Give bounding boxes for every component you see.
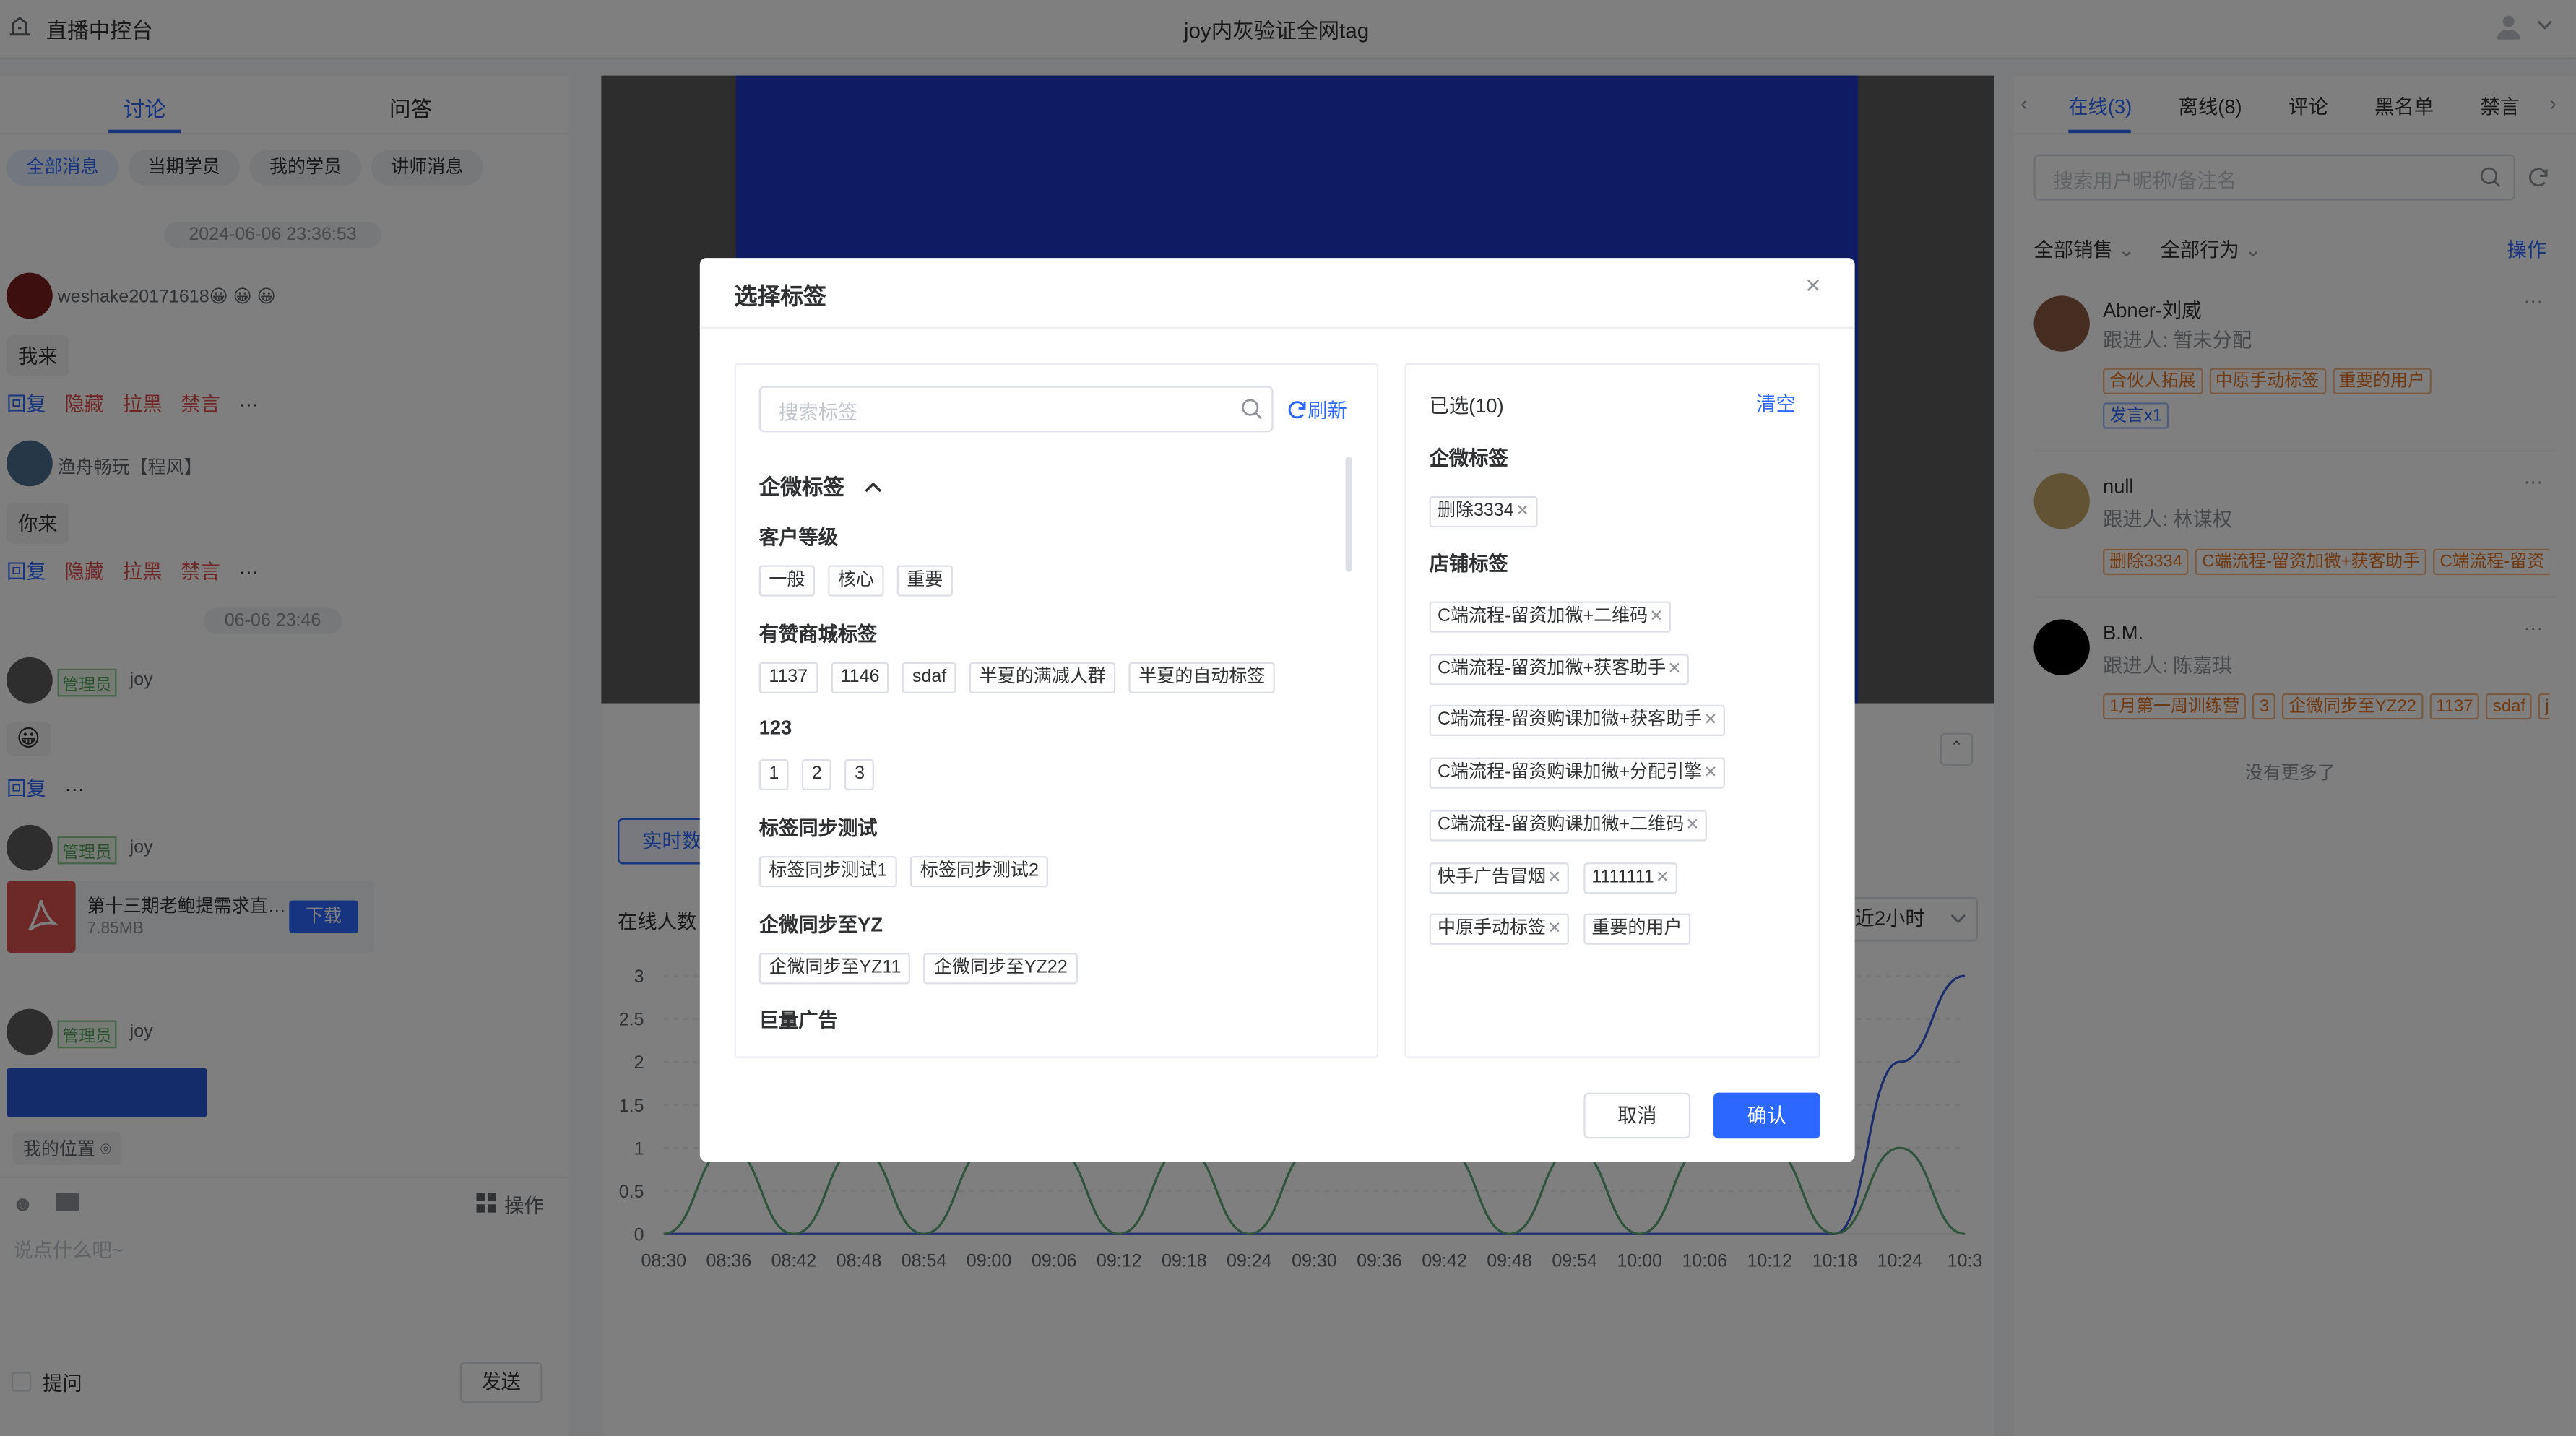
- tag-list: 标签同步测试1 标签同步测试2: [758, 855, 1062, 888]
- divider: [699, 326, 1855, 329]
- selected-tag-label: C端流程-留资加微+二维码: [1437, 606, 1648, 626]
- tag-search-placeholder: 搜索标签: [778, 401, 858, 424]
- close-icon[interactable]: ✕: [1649, 608, 1663, 626]
- clear-button[interactable]: 清空: [1756, 389, 1796, 418]
- tag-subgroup-title: 巨量广告: [758, 1008, 838, 1032]
- scrollbar[interactable]: [1345, 457, 1352, 572]
- selected-tag: C端流程-留资购课加微+二维码 ✕: [1429, 808, 1708, 842]
- selected-tag-label: C端流程-留资加微+获客助手: [1437, 659, 1667, 679]
- refresh-label: 刷新: [1308, 399, 1347, 423]
- tag-subgroup-title: 客户等级: [758, 525, 838, 549]
- refresh-icon: [1288, 401, 1306, 419]
- selected-tag-chip: C端流程-留资加微+二维码 ✕: [1429, 601, 1672, 633]
- tag-list: 1137 1146 sdaf 半夏的满减人群 半夏的自动标签: [758, 660, 1289, 693]
- tag-option[interactable]: 核心: [828, 565, 884, 597]
- close-icon[interactable]: ✕: [1656, 869, 1669, 887]
- close-icon[interactable]: ✕: [1703, 764, 1717, 782]
- selected-tags-panel: 已选(10) 清空 企微标签 删除3334 ✕ 店铺标签 C端流程-留资加微+二维…: [1404, 363, 1820, 1058]
- selected-tag-label: 删除3334: [1437, 501, 1514, 522]
- tag-subgroup-title: 有赞商城标签: [758, 623, 878, 646]
- selected-tag: C端流程-留资加微+二维码 ✕: [1429, 600, 1672, 633]
- selected-tag: C端流程-留资加微+获客助手 ✕: [1429, 652, 1690, 685]
- tag-option[interactable]: 半夏的自动标签: [1128, 662, 1276, 693]
- close-icon[interactable]: ✕: [1685, 816, 1699, 834]
- selected-tag-chip: 删除3334 ✕: [1429, 496, 1538, 528]
- selected-tag-label: 中原手动标签: [1437, 918, 1547, 938]
- select-tags-dialog: 选择标签 × 搜索标签 刷新 企微标签 客户等级 一般 核心 重要 有赞商城标签 1…: [699, 258, 1855, 1162]
- tag-refresh-button[interactable]: 刷新: [1287, 396, 1347, 424]
- live-console-screen: 直播中控台 joy内灰验证全网tag 讨论 问答 全部消息当期学员我的学员讲师消…: [0, 0, 2576, 1436]
- selected-tag-row: 快手广告冒烟 ✕ 1111111 ✕: [1429, 861, 1678, 894]
- tag-option[interactable]: 一般: [758, 565, 816, 597]
- tag-option[interactable]: 标签同步测试2: [910, 856, 1049, 888]
- confirm-button[interactable]: 确认: [1713, 1092, 1820, 1139]
- tag-group-header[interactable]: 企微标签: [759, 470, 883, 501]
- selected-tag-label: C端流程-留资购课加微+二维码: [1437, 815, 1685, 835]
- selected-tag-label: C端流程-留资购课加微+获客助手: [1437, 709, 1703, 730]
- selected-tag-label: 1111111: [1591, 867, 1654, 888]
- tag-option[interactable]: 1137: [758, 662, 818, 693]
- selected-tag: C端流程-留资购课加微+获客助手 ✕: [1429, 704, 1726, 737]
- tag-option[interactable]: 1146: [830, 662, 890, 693]
- tag-list: 企微同步至YZ11 企微同步至YZ22: [758, 951, 1091, 985]
- tag-option[interactable]: 3: [844, 758, 875, 791]
- dialog-title: 选择标签: [734, 282, 826, 309]
- tag-chooser: 搜索标签 刷新 企微标签 客户等级 一般 核心 重要 有赞商城标签 1137 1146…: [734, 363, 1379, 1058]
- selected-tag-chip: C端流程-留资购课加微+二维码 ✕: [1429, 810, 1708, 842]
- tag-option[interactable]: 企微同步至YZ11: [758, 953, 912, 985]
- tag-option[interactable]: 重要: [896, 565, 954, 597]
- selected-tag-label: 快手广告冒烟: [1437, 867, 1547, 888]
- cancel-button[interactable]: 取消: [1583, 1092, 1691, 1139]
- selected-tag-chip: 快手广告冒烟 ✕: [1429, 862, 1570, 894]
- close-icon[interactable]: ✕: [1547, 920, 1561, 938]
- selected-tag-label: C端流程-留资购课加微+分配引擎: [1437, 762, 1703, 782]
- selected-tag-row: 中原手动标签 ✕ 重要的用户: [1429, 912, 1690, 945]
- selected-tag-chip: C端流程-留资加微+获客助手 ✕: [1429, 654, 1690, 685]
- tag-subgroup-title: 123: [758, 716, 792, 740]
- selected-tag: 删除3334 ✕: [1429, 495, 1538, 528]
- tag-subgroup-title: 标签同步测试: [758, 816, 878, 840]
- tag-option[interactable]: 标签同步测试1: [758, 856, 898, 888]
- tag-group-title: 企微标签: [758, 475, 844, 500]
- selected-tag-chip: 1111111 ✕: [1583, 862, 1678, 894]
- selected-group-title: 店铺标签: [1429, 552, 1508, 576]
- selected-tag-chip: C端流程-留资购课加微+分配引擎 ✕: [1429, 757, 1726, 789]
- tag-option[interactable]: 半夏的满减人群: [969, 662, 1116, 693]
- tag-list: 一般 核心 重要: [758, 563, 967, 597]
- tag-list: 123: [758, 758, 888, 791]
- tag-option[interactable]: 企微同步至YZ22: [924, 953, 1078, 985]
- selected-tag-chip: 重要的用户: [1583, 913, 1690, 945]
- close-icon[interactable]: ×: [1805, 273, 1820, 303]
- close-icon[interactable]: ✕: [1667, 660, 1681, 678]
- tag-option[interactable]: 1: [758, 758, 789, 791]
- search-icon: [1242, 399, 1262, 419]
- close-icon[interactable]: ✕: [1547, 869, 1561, 887]
- tag-option[interactable]: sdaf: [902, 662, 956, 693]
- selected-tag-chip: 中原手动标签 ✕: [1429, 913, 1570, 945]
- tag-subgroup-title: 企微同步至YZ: [758, 913, 883, 937]
- selected-tag-chip: C端流程-留资购课加微+获客助手 ✕: [1429, 704, 1726, 737]
- selected-tag: C端流程-留资购课加微+分配引擎 ✕: [1429, 756, 1726, 789]
- tag-search-input[interactable]: 搜索标签: [758, 386, 1274, 433]
- chevron-up-icon: [865, 482, 882, 493]
- selected-group-title: 企微标签: [1429, 446, 1508, 470]
- tag-option[interactable]: 2: [802, 758, 832, 791]
- close-icon[interactable]: ✕: [1703, 711, 1717, 730]
- selected-tag-label: 重要的用户: [1591, 918, 1682, 938]
- close-icon[interactable]: ✕: [1516, 503, 1529, 521]
- selected-count: 已选(10): [1429, 394, 1504, 418]
